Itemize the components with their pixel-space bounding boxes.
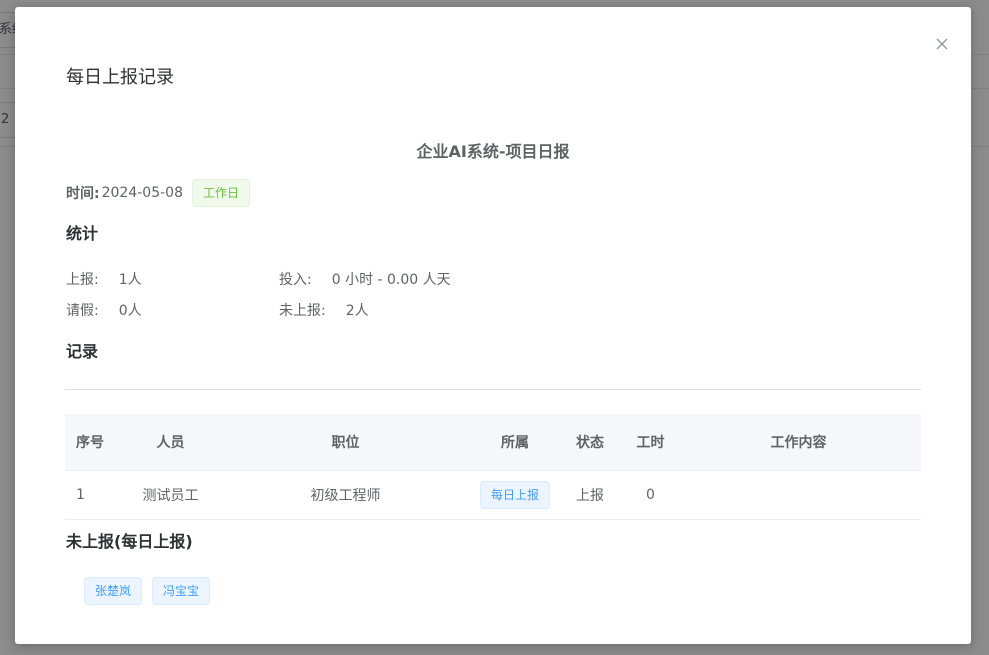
table-row[interactable]: 1 测试员工 初级工程师 每日上报 上报 0 bbox=[65, 471, 921, 520]
stat-label: 投入: bbox=[279, 272, 312, 288]
stat-value: 0人 bbox=[118, 303, 142, 319]
table-header: 序号 人员 职位 所属 状态 工时 工作内容 bbox=[65, 414, 921, 471]
cell-position: 初级工程师 bbox=[310, 488, 381, 504]
cell-person: 测试员工 bbox=[142, 488, 199, 504]
dialog-title: 每日上报记录 bbox=[66, 67, 174, 88]
divider bbox=[65, 389, 921, 390]
unreported-heading: 未上报(每日上报) bbox=[66, 532, 193, 551]
stat-value: 2人 bbox=[345, 303, 369, 319]
date-label: 时间: bbox=[66, 186, 100, 202]
stat-label: 请假: bbox=[66, 303, 99, 319]
stat-reported: 上报: 1人 bbox=[66, 269, 142, 289]
records-heading: 记录 bbox=[66, 342, 99, 361]
records-table: 序号 人员 职位 所属 状态 工时 工作内容 1 测试员工 初级工程师 每日上报… bbox=[65, 414, 921, 520]
cell-status: 上报 bbox=[576, 488, 604, 504]
stat-label: 上报: bbox=[66, 272, 99, 288]
stat-input: 投入: 0 小时 - 0.00 人天 bbox=[279, 269, 451, 289]
cell-hours: 0 bbox=[646, 487, 655, 503]
column-header-position[interactable]: 职位 bbox=[216, 432, 475, 452]
column-header-org[interactable]: 所属 bbox=[475, 432, 555, 452]
person-tag[interactable]: 冯宝宝 bbox=[152, 577, 211, 605]
column-header-status[interactable]: 状态 bbox=[555, 432, 625, 452]
unreported-people: 张楚岚 冯宝宝 bbox=[84, 577, 211, 605]
column-header-hours[interactable]: 工时 bbox=[625, 432, 676, 452]
report-title: 企业AI系统-项目日报 bbox=[416, 142, 570, 161]
column-header-person[interactable]: 人员 bbox=[125, 432, 216, 452]
stats-heading: 统计 bbox=[66, 224, 99, 243]
stat-leave: 请假: 0人 bbox=[66, 300, 142, 320]
stat-label: 未上报: bbox=[279, 303, 326, 319]
person-tag[interactable]: 张楚岚 bbox=[84, 577, 143, 605]
column-header-content[interactable]: 工作内容 bbox=[676, 432, 921, 452]
stat-value: 1人 bbox=[118, 272, 142, 288]
org-tag: 每日上报 bbox=[479, 481, 550, 509]
stat-unreported: 未上报: 2人 bbox=[279, 300, 369, 320]
column-header-index[interactable]: 序号 bbox=[65, 432, 125, 452]
date-row: 时间: 2024-05-08 工作日 bbox=[66, 179, 250, 207]
daily-report-dialog: 每日上报记录 企业AI系统-项目日报 时间: 2024-05-08 工作日 统计… bbox=[15, 7, 971, 644]
workday-tag: 工作日 bbox=[191, 179, 250, 207]
cell-index: 1 bbox=[76, 487, 85, 503]
close-icon[interactable] bbox=[935, 37, 951, 53]
cell-org: 每日上报 bbox=[475, 481, 555, 509]
date-value: 2024-05-08 bbox=[101, 185, 183, 201]
stat-value: 0 小时 - 0.00 人天 bbox=[331, 272, 451, 288]
